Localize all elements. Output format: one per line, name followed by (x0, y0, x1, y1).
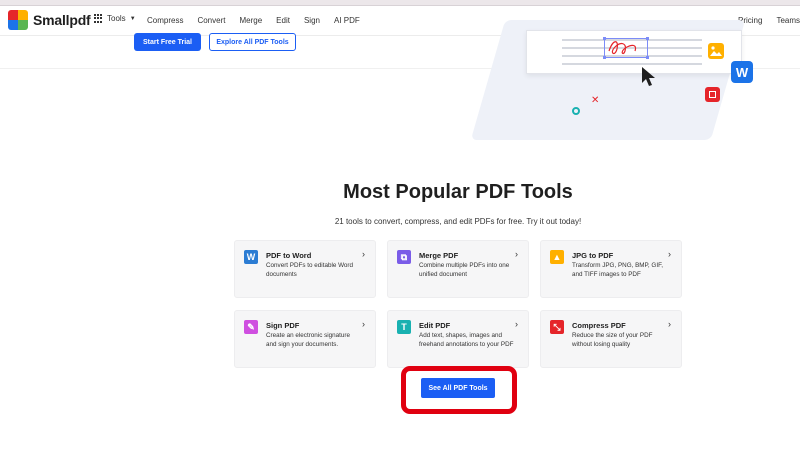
tool-description: Transform JPG, PNG, BMP, GIF, and TIFF i… (572, 262, 663, 279)
chevron-right-icon: › (515, 249, 518, 259)
chevron-right-icon: › (362, 319, 365, 329)
nav-link-teams[interactable]: Teams (776, 16, 800, 25)
chevron-right-icon: › (668, 319, 671, 329)
tool-description: Add text, shapes, images and freehand an… (419, 332, 514, 349)
apps-grid-icon (94, 14, 103, 23)
word-badge-icon: W (731, 61, 753, 83)
tool-description: Convert PDFs to editable Word documents (266, 262, 354, 279)
tools-label: Tools (107, 14, 126, 23)
tool-description: Create an electronic signature and sign … (266, 332, 351, 349)
nav-link-ai-pdf[interactable]: AI PDF (334, 16, 360, 25)
nav-links: Compress Convert Merge Edit Sign AI PDF (147, 16, 374, 25)
see-all-tools-button[interactable]: See All PDF Tools (421, 378, 495, 398)
merge-icon: ⧉ (397, 250, 411, 264)
tool-title: Compress PDF (572, 321, 626, 330)
tool-card-jpg-to-pdf[interactable]: ▲ JPG to PDF Transform JPG, PNG, BMP, GI… (540, 240, 682, 298)
decorative-ring-icon (572, 107, 580, 115)
smallpdf-logo-icon (8, 10, 28, 30)
nav-link-sign[interactable]: Sign (304, 16, 320, 25)
chevron-right-icon: › (668, 249, 671, 259)
crop-badge-icon (705, 87, 720, 102)
chevron-right-icon: › (515, 319, 518, 329)
explore-all-tools-button[interactable]: Explore All PDF Tools (209, 33, 296, 51)
tool-description: Combine multiple PDFs into one unified d… (419, 262, 510, 279)
chevron-right-icon: › (362, 249, 365, 259)
brand-name: Smallpdf (33, 12, 91, 28)
tool-card-pdf-to-word[interactable]: W PDF to Word Convert PDFs to editable W… (234, 240, 376, 298)
caret-down-icon: ▼ (129, 15, 136, 22)
nav-link-edit[interactable]: Edit (276, 16, 290, 25)
brand-logo[interactable]: Smallpdf (8, 10, 91, 30)
signature-icon: ✎ (244, 320, 258, 334)
mouse-cursor-icon (642, 67, 655, 86)
signature-scribble-icon (608, 41, 637, 55)
tool-title: Sign PDF (266, 321, 300, 330)
edit-text-icon: T (397, 320, 411, 334)
nav-link-compress[interactable]: Compress (147, 16, 183, 25)
tool-card-sign-pdf[interactable]: ✎ Sign PDF Create an electronic signatur… (234, 310, 376, 368)
tool-title: JPG to PDF (572, 251, 614, 260)
section-subtitle: 21 tools to convert, compress, and edit … (334, 217, 582, 226)
start-free-trial-button[interactable]: Start Free Trial (134, 33, 201, 51)
nav-link-convert[interactable]: Convert (197, 16, 225, 25)
word-icon: W (244, 250, 258, 264)
nav-link-merge[interactable]: Merge (239, 16, 262, 25)
tool-title: Merge PDF (419, 251, 459, 260)
compress-icon: ⤡ (550, 320, 564, 334)
tool-title: PDF to Word (266, 251, 312, 260)
tool-title: Edit PDF (419, 321, 451, 330)
tools-menu-button[interactable]: Tools ▼ (94, 14, 136, 23)
image-badge-icon (708, 43, 724, 59)
tool-card-compress-pdf[interactable]: ⤡ Compress PDF Reduce the size of your P… (540, 310, 682, 368)
tool-card-merge-pdf[interactable]: ⧉ Merge PDF Combine multiple PDFs into o… (387, 240, 529, 298)
image-icon: ▲ (550, 250, 564, 264)
tool-description: Reduce the size of your PDF without losi… (572, 332, 653, 349)
section-title: Most Popular PDF Tools (343, 181, 573, 203)
sparkle-icon: ✕ (591, 95, 600, 106)
tool-card-edit-pdf[interactable]: T Edit PDF Add text, shapes, images and … (387, 310, 529, 368)
